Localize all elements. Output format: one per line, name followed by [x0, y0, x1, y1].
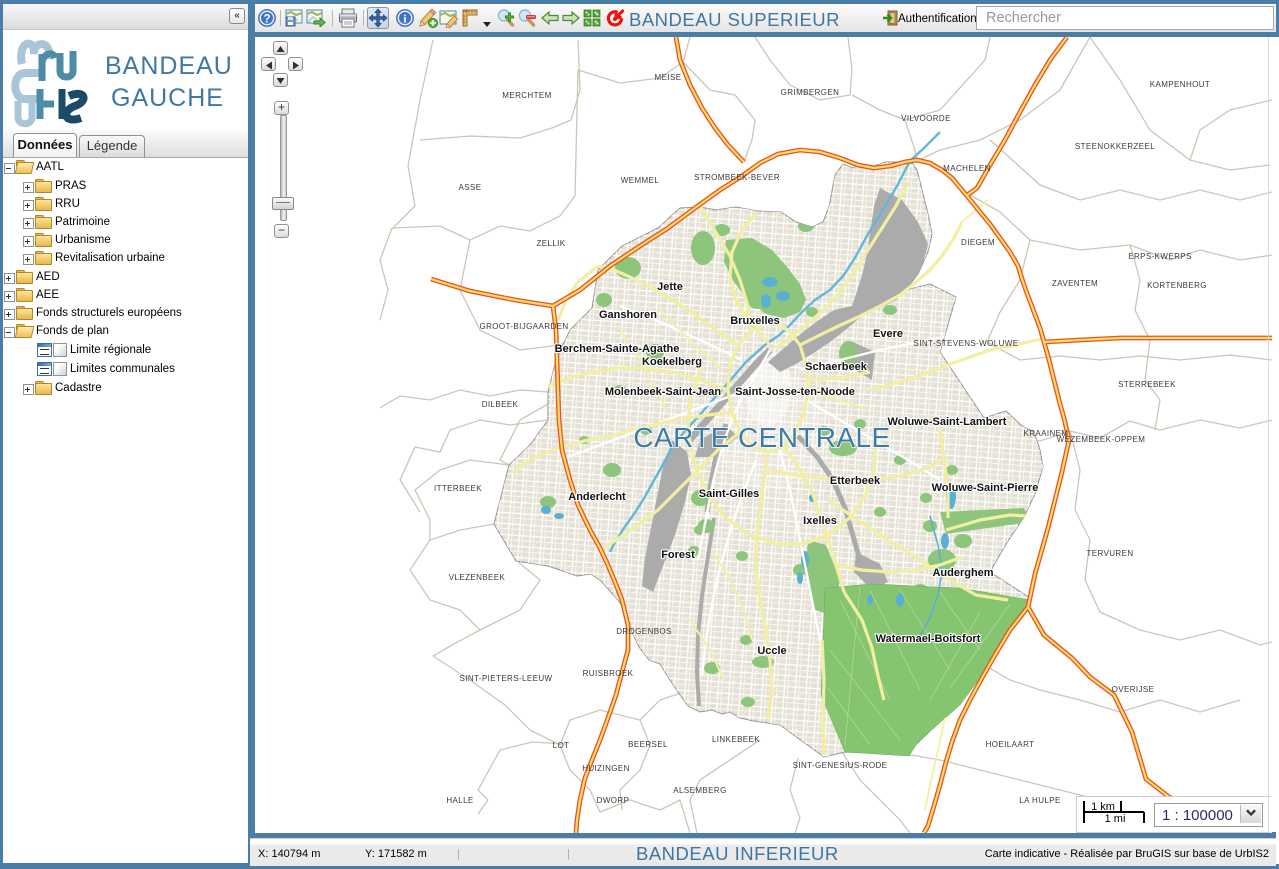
- svg-text:TERVUREN: TERVUREN: [1086, 549, 1133, 558]
- svg-text:LINKEBEEK: LINKEBEEK: [712, 735, 760, 744]
- svg-text:1 mi: 1 mi: [1105, 813, 1126, 825]
- svg-text:SINT-GENESIUS-RODE: SINT-GENESIUS-RODE: [793, 761, 888, 770]
- svg-text:Berchem-Sainte-Agathe: Berchem-Sainte-Agathe: [555, 343, 680, 355]
- svg-text:Jette: Jette: [657, 281, 683, 293]
- svg-text:Forest: Forest: [661, 549, 695, 561]
- svg-text:MEISE: MEISE: [655, 73, 682, 82]
- svg-text:CARTE CENTRALE: CARTE CENTRALE: [633, 422, 890, 453]
- svg-text:ALSEMBERG: ALSEMBERG: [673, 786, 726, 795]
- svg-text:KORTENBERG: KORTENBERG: [1147, 281, 1207, 290]
- svg-text:STROMBEEK-BEVER: STROMBEEK-BEVER: [694, 173, 780, 182]
- svg-text:1 km: 1 km: [1091, 801, 1115, 813]
- svg-text:Woluwe-Saint-Pierre: Woluwe-Saint-Pierre: [932, 482, 1039, 494]
- svg-text:RUISBROEK: RUISBROEK: [583, 669, 634, 678]
- svg-text:Uccle: Uccle: [757, 645, 786, 657]
- svg-text:Schaerbeek: Schaerbeek: [805, 361, 868, 373]
- svg-text:Auderghem: Auderghem: [932, 567, 993, 579]
- svg-text:SINT-PIETERS-LEEUW: SINT-PIETERS-LEEUW: [460, 674, 553, 683]
- svg-text:STERREBEEK: STERREBEEK: [1118, 380, 1176, 389]
- svg-text:LA HULPE: LA HULPE: [1019, 796, 1060, 805]
- svg-text:DIEGEM: DIEGEM: [961, 238, 995, 247]
- svg-text:HOEILAART: HOEILAART: [986, 740, 1035, 749]
- svg-text:Etterbeek: Etterbeek: [830, 475, 881, 487]
- svg-text:Ixelles: Ixelles: [803, 515, 837, 527]
- svg-text:MERCHTEM: MERCHTEM: [502, 91, 551, 100]
- svg-text:HALLE: HALLE: [446, 796, 473, 805]
- svg-text:GRIMBERGEN: GRIMBERGEN: [781, 88, 840, 97]
- svg-text:SINT-STEVENS-WOLUWE: SINT-STEVENS-WOLUWE: [914, 339, 1019, 348]
- svg-text:OVERIJSE: OVERIJSE: [1112, 685, 1155, 694]
- svg-text:Ganshoren: Ganshoren: [599, 309, 657, 321]
- svg-text:Saint-Gilles: Saint-Gilles: [699, 488, 760, 500]
- svg-text:VILVOORDE: VILVOORDE: [901, 114, 951, 123]
- svg-text:GROOT-BIJGAARDEN: GROOT-BIJGAARDEN: [479, 322, 568, 331]
- svg-text:ZAVENTEM: ZAVENTEM: [1052, 279, 1098, 288]
- svg-text:Anderlecht: Anderlecht: [568, 491, 626, 503]
- svg-text:ITTERBEEK: ITTERBEEK: [434, 484, 482, 493]
- svg-text:ASSE: ASSE: [459, 183, 482, 192]
- svg-text:DROGENBOS: DROGENBOS: [616, 627, 672, 636]
- svg-text:Watermael-Boitsfort: Watermael-Boitsfort: [876, 633, 981, 645]
- svg-text:LOT: LOT: [553, 741, 570, 750]
- svg-text:BEERSEL: BEERSEL: [628, 740, 668, 749]
- svg-text:VLEZENBEEK: VLEZENBEEK: [449, 573, 506, 582]
- svg-text:WEMMEL: WEMMEL: [621, 176, 660, 185]
- svg-text:DILBEEK: DILBEEK: [482, 400, 519, 409]
- svg-text:WEZEMBEEK-OPPEM: WEZEMBEEK-OPPEM: [1057, 435, 1146, 444]
- svg-text:ERPS-KWERPS: ERPS-KWERPS: [1128, 252, 1192, 261]
- svg-text:Bruxelles: Bruxelles: [730, 315, 780, 327]
- svg-text:KAMPENHOUT: KAMPENHOUT: [1150, 80, 1210, 89]
- svg-text:STEENOKKERZEEL: STEENOKKERZEEL: [1075, 142, 1155, 151]
- svg-text:Koekelberg: Koekelberg: [642, 356, 702, 368]
- svg-text:Evere: Evere: [873, 328, 903, 340]
- svg-text:Saint-Josse-ten-Noode: Saint-Josse-ten-Noode: [735, 386, 855, 398]
- svg-text:Woluwe-Saint-Lambert: Woluwe-Saint-Lambert: [888, 416, 1007, 428]
- svg-text:HUIZINGEN: HUIZINGEN: [582, 764, 630, 773]
- svg-text:ZELLIK: ZELLIK: [536, 239, 565, 248]
- svg-text:MACHELEN: MACHELEN: [943, 164, 991, 173]
- svg-text:Molenbeek-Saint-Jean: Molenbeek-Saint-Jean: [605, 386, 721, 398]
- svg-text:?: ?: [263, 14, 270, 26]
- svg-text:DWORP: DWORP: [597, 796, 630, 805]
